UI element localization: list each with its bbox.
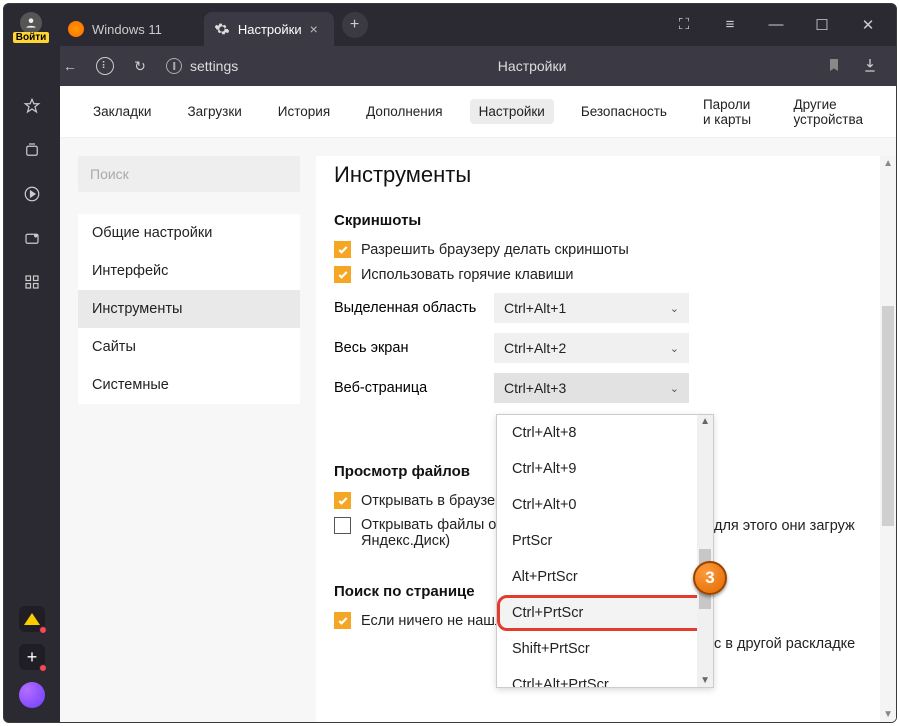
content-area: Закладки Загрузки История Дополнения Настрой… xyxy=(60,86,896,722)
address-bar: ← ⠇ ↻ settings Настройки xyxy=(4,46,896,86)
omnibox[interactable]: settings xyxy=(166,58,238,74)
settings-panel: Инструменты Скриншоты Разрешить браузеру… xyxy=(316,156,896,722)
window-minimize[interactable]: — xyxy=(762,16,790,34)
collections-icon[interactable] xyxy=(22,140,42,160)
checkbox-open-in-browser[interactable] xyxy=(334,492,351,509)
topnav-item[interactable]: Настройки xyxy=(470,99,554,124)
reload-button[interactable]: ↻ xyxy=(130,58,150,75)
side-rail: + xyxy=(4,46,60,722)
topnav-item[interactable]: История xyxy=(269,99,339,124)
checkbox-allow-screenshots[interactable] xyxy=(334,241,351,258)
tab-favicon-icon xyxy=(68,21,84,37)
callout-badge: 3 xyxy=(693,561,727,595)
play-icon[interactable] xyxy=(22,184,42,204)
topnav-item[interactable]: Дополнения xyxy=(357,99,451,124)
dropdown-option[interactable]: Ctrl+Alt+PrtScr xyxy=(497,667,713,687)
tab-label: Windows 11 xyxy=(92,22,162,37)
window-maximize[interactable]: ☐ xyxy=(808,16,836,34)
dropdown-option[interactable]: Ctrl+Alt+8 xyxy=(497,415,713,451)
label: Открывать файлы офи Яндекс.Диск) xyxy=(361,517,516,549)
login-badge: Войти xyxy=(13,32,50,43)
hotkey-dropdown: Ctrl+Alt+8Ctrl+Alt+9Ctrl+Alt+0PrtScrAlt+… xyxy=(496,414,714,688)
hotkey-label: Веб-страница xyxy=(334,380,494,396)
chevron-down-icon: ⌄ xyxy=(670,302,679,315)
add-panel-button[interactable]: + xyxy=(19,644,45,670)
category-item[interactable]: Сайты xyxy=(78,328,300,366)
hotkey-select[interactable]: Ctrl+Alt+3⌄ xyxy=(494,373,689,403)
settings-categories: Общие настройкиИнтерфейсИнструментыСайты… xyxy=(78,214,300,404)
alice-icon[interactable] xyxy=(19,682,45,708)
dropdown-option[interactable]: Ctrl+Alt+0 xyxy=(497,487,713,523)
panel-heading: Инструменты xyxy=(334,162,896,188)
bookmark-icon[interactable] xyxy=(826,57,842,76)
hotkey-select[interactable]: Ctrl+Alt+1⌄ xyxy=(494,293,689,323)
tab-windows11[interactable]: Windows 11 xyxy=(58,12,176,46)
dropdown-option[interactable]: Shift+PrtScr xyxy=(497,631,713,667)
dropdown-scrollbar[interactable]: ▲ ▼ xyxy=(697,415,713,687)
hotkey-label: Выделенная область xyxy=(334,300,494,316)
topnav-item[interactable]: Пароли и карты xyxy=(694,92,767,132)
tab-label: Настройки xyxy=(238,22,302,37)
label: Разрешить браузеру делать скриншоты xyxy=(361,242,629,258)
label: Использовать горячие клавиши xyxy=(361,267,573,283)
topnav-item[interactable]: Безопасность xyxy=(572,99,676,124)
avatar-icon xyxy=(20,12,42,34)
dropdown-option[interactable]: PrtScr xyxy=(497,523,713,559)
tab-settings[interactable]: Настройки × xyxy=(204,12,334,46)
chevron-down-icon: ⌄ xyxy=(670,342,679,355)
gear-icon xyxy=(214,21,230,37)
dropdown-option[interactable]: Ctrl+Alt+9 xyxy=(497,451,713,487)
checkbox-search-fallback[interactable] xyxy=(334,612,351,629)
chevron-down-icon: ⌄ xyxy=(670,382,679,395)
url-text: settings xyxy=(190,58,238,74)
truncated-text: для этого они загруж xyxy=(714,518,855,534)
category-item[interactable]: Инструменты xyxy=(78,290,300,328)
download-icon[interactable] xyxy=(862,57,878,76)
label: Если ничего не нашло xyxy=(361,613,512,629)
panel-scrollbar[interactable]: ▲▼ xyxy=(880,156,896,722)
screenshot-icon[interactable] xyxy=(22,228,42,248)
category-item[interactable]: Интерфейс xyxy=(78,252,300,290)
window-close[interactable]: ✕ xyxy=(854,16,882,34)
topnav-item[interactable]: Загрузки xyxy=(178,99,250,124)
qr-icon[interactable]: ⛶ xyxy=(670,16,698,34)
checkbox-open-office[interactable] xyxy=(334,517,351,534)
apps-icon[interactable] xyxy=(22,272,42,292)
category-item[interactable]: Системные xyxy=(78,366,300,404)
yandex-icon xyxy=(166,58,182,74)
label: Открывать в браузере xyxy=(361,493,511,509)
titlebar: Войти Windows 11 Настройки × + ⛶ ≡ — ☐ ✕ xyxy=(4,4,896,46)
page-title: Настройки xyxy=(254,58,810,74)
hotkey-select[interactable]: Ctrl+Alt+2⌄ xyxy=(494,333,689,363)
mail-icon[interactable] xyxy=(19,606,45,632)
dropdown-option[interactable]: Alt+PrtScr xyxy=(497,559,713,595)
profile-block[interactable]: Войти xyxy=(4,8,58,43)
settings-search[interactable]: Поиск xyxy=(78,156,300,192)
section-screenshots: Скриншоты xyxy=(334,212,896,229)
settings-topnav: Закладки Загрузки История Дополнения Настрой… xyxy=(60,86,896,138)
truncated-text: с в другой раскладке xyxy=(714,636,855,652)
menu-icon[interactable]: ≡ xyxy=(716,16,744,34)
topnav-item[interactable]: Закладки xyxy=(84,99,160,124)
close-icon[interactable]: × xyxy=(310,24,320,34)
back-button[interactable]: ← xyxy=(60,58,80,74)
category-item[interactable]: Общие настройки xyxy=(78,214,300,252)
dropdown-option[interactable]: Ctrl+PrtScr xyxy=(497,595,713,631)
new-tab-button[interactable]: + xyxy=(342,12,368,38)
bookmarks-icon[interactable] xyxy=(22,96,42,116)
home-icon[interactable]: ⠇ xyxy=(96,57,114,75)
hotkey-label: Весь экран xyxy=(334,340,494,356)
topnav-item[interactable]: Другие устройства xyxy=(784,92,872,132)
checkbox-use-hotkeys[interactable] xyxy=(334,266,351,283)
